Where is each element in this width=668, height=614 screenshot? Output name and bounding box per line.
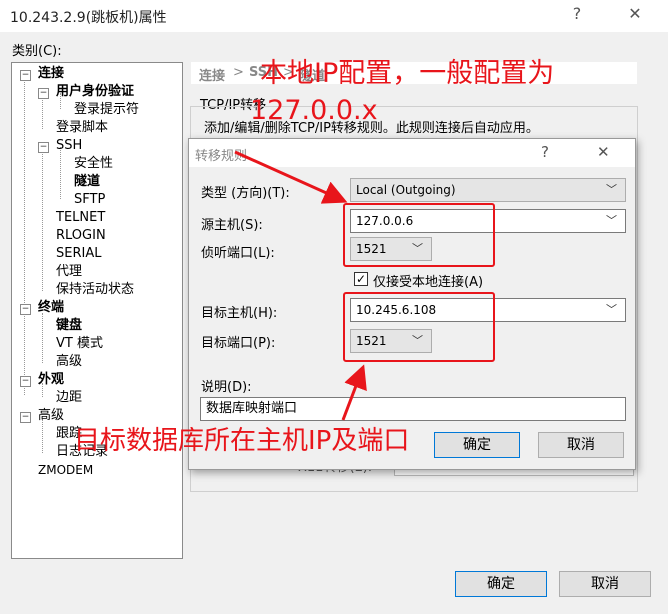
arrow-to-source	[234, 150, 348, 204]
annotation-arrows	[234, 150, 367, 421]
annotation-local-ip: 本地IP配置，一般配置为	[260, 58, 555, 89]
annotation-local-ip-value: 127.0.0.x	[250, 95, 378, 126]
annotation-target: 目标数据库所在主机IP及端口	[74, 426, 410, 456]
arrow-to-target	[341, 364, 367, 421]
